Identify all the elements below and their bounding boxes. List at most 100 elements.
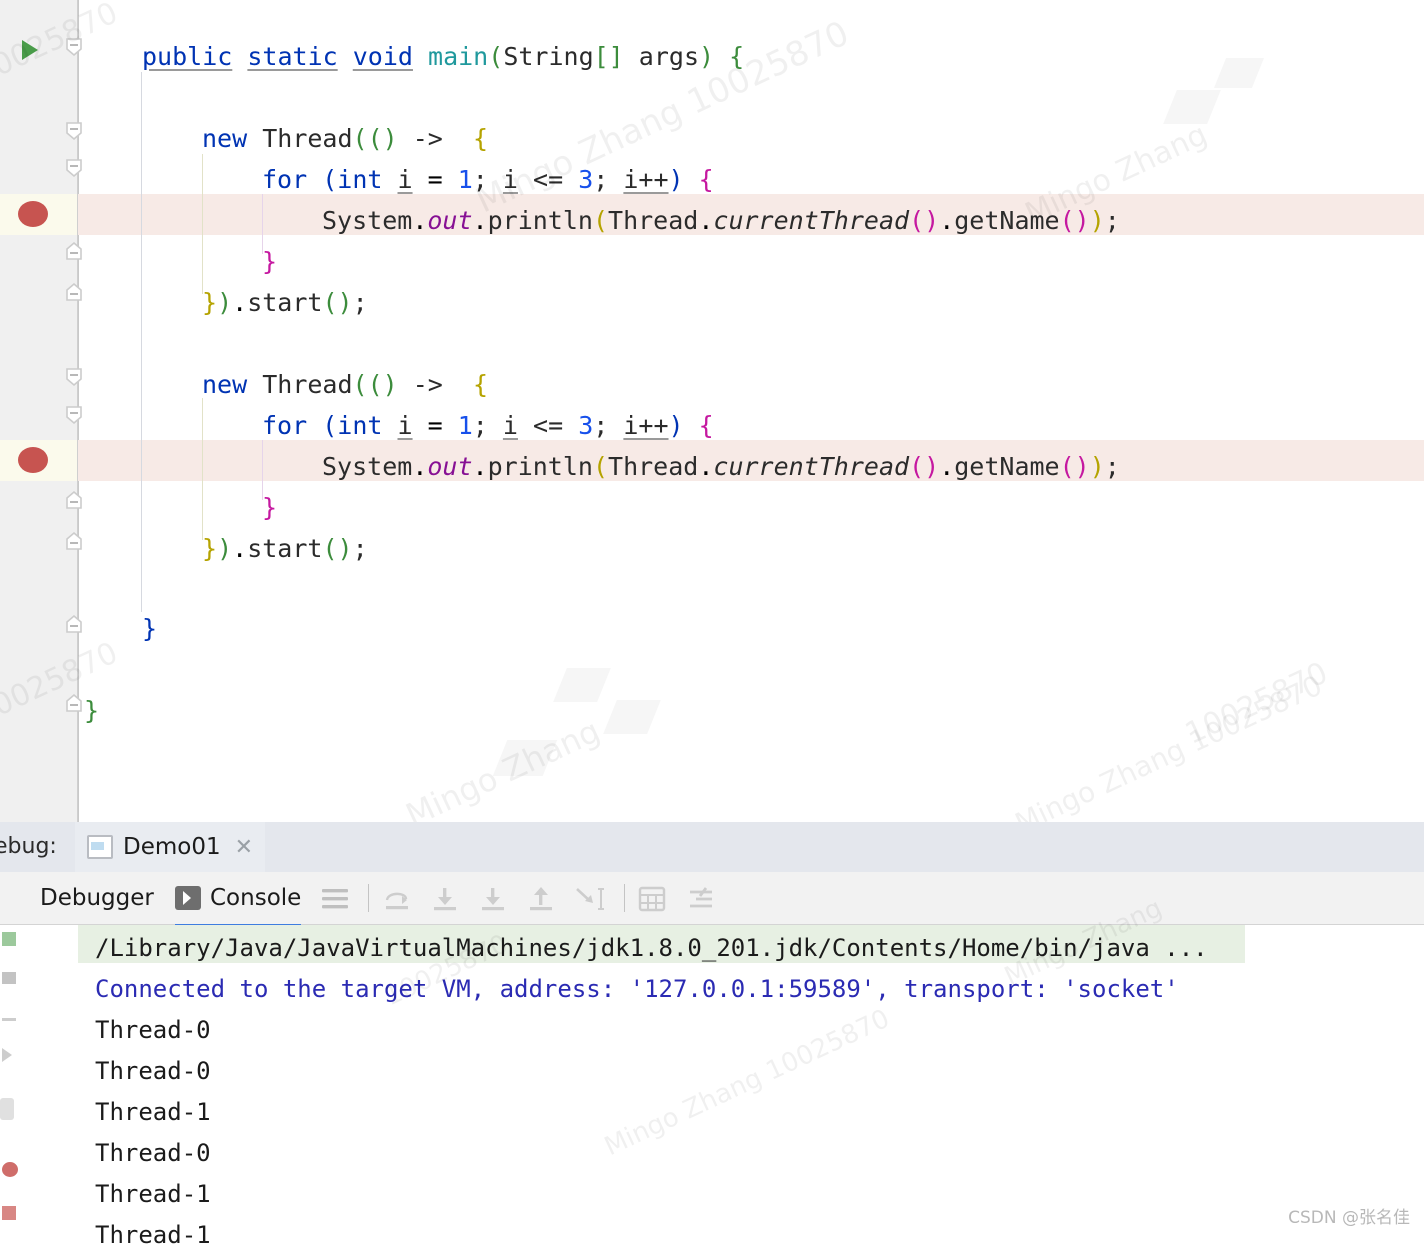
tok-semi: ; bbox=[352, 288, 368, 317]
tool-icon-fragment[interactable] bbox=[2, 1018, 16, 1021]
console-line-stdout: Thread-1 bbox=[95, 1180, 211, 1208]
watermark: Mingo Zhang 10025870 bbox=[600, 1003, 895, 1163]
step-out-icon[interactable] bbox=[526, 886, 556, 916]
tok-new: new bbox=[202, 124, 248, 153]
tok-paren-close: ) bbox=[1089, 452, 1105, 481]
tok-cmp: <= bbox=[517, 165, 579, 194]
tok-arrow: -> bbox=[397, 370, 458, 399]
tok-paren-close: ) bbox=[1074, 452, 1090, 481]
toolbar-separator bbox=[624, 884, 625, 912]
tok-i: i bbox=[502, 165, 518, 194]
tok-arrow: -> bbox=[397, 124, 458, 153]
code-line-15: } bbox=[84, 690, 99, 731]
tok-paren-close: ) bbox=[337, 288, 353, 317]
code-editor[interactable]: public static void main(String[] args) {… bbox=[0, 0, 1424, 822]
tok-lambda-open: (() bbox=[352, 124, 398, 153]
tok-paren-open: ( bbox=[909, 206, 925, 235]
code-line-11: System.out.println(Thread.currentThread(… bbox=[322, 452, 1120, 481]
csdn-watermark: CSDN @张名佳 bbox=[1288, 1208, 1410, 1228]
breakpoint-icon-fragment[interactable] bbox=[2, 1162, 18, 1177]
tok-System: System bbox=[322, 206, 413, 235]
tok-Thread: Thread bbox=[608, 206, 699, 235]
tok-i: i bbox=[397, 411, 413, 440]
settings-lines-icon[interactable] bbox=[686, 886, 716, 916]
resume-icon-fragment[interactable] bbox=[2, 1048, 12, 1062]
debug-session-tab-label: Demo01 bbox=[123, 834, 221, 860]
tab-console[interactable]: Console bbox=[175, 872, 302, 927]
tool-icon-fragment[interactable] bbox=[0, 1098, 14, 1120]
tok-brace-open: { bbox=[457, 124, 489, 153]
tok-paren-open: ( bbox=[322, 165, 338, 194]
tok-public: public bbox=[142, 42, 233, 71]
tok-paren-close: ) bbox=[668, 165, 684, 194]
tok-paren-open: ( bbox=[1059, 452, 1075, 481]
tok-paren-close: ) bbox=[1089, 206, 1105, 235]
tok-paren-open: ( bbox=[909, 452, 925, 481]
force-step-into-icon[interactable] bbox=[478, 886, 508, 916]
console-line-system: Connected to the target VM, address: '12… bbox=[95, 975, 1179, 1003]
tok-brace-open: { bbox=[683, 411, 714, 440]
tok-int: int bbox=[337, 411, 383, 440]
debug-titlebar: ebug: Demo01 ✕ bbox=[0, 822, 1424, 875]
console-output[interactable]: /Library/Java/JavaVirtualMachines/jdk1.8… bbox=[0, 893, 1424, 1249]
tok-brace-close: } bbox=[262, 247, 278, 276]
tok-brace-open: { bbox=[683, 165, 714, 194]
tok-3: 3 bbox=[578, 165, 594, 194]
tok-System: System bbox=[322, 452, 413, 481]
code-line-1: public static void main(String[] args) { bbox=[142, 36, 744, 77]
tok-currentThread: currentThread bbox=[713, 206, 910, 235]
console-line-stdout: Thread-0 bbox=[95, 1139, 211, 1167]
tok-for: for bbox=[262, 165, 308, 194]
layout-menu-icon[interactable] bbox=[320, 886, 350, 916]
tok-for: for bbox=[262, 411, 308, 440]
step-into-icon[interactable] bbox=[430, 886, 460, 916]
tok-paren-close: ) bbox=[217, 288, 233, 317]
code-text-area[interactable]: public static void main(String[] args) {… bbox=[0, 0, 1424, 822]
code-line-5: System.out.println(Thread.currentThread(… bbox=[322, 206, 1120, 235]
tok-start: start bbox=[247, 288, 323, 317]
code-line-4: for (int i = 1; i <= 3; i++) { bbox=[262, 165, 714, 194]
tok-println: println bbox=[487, 206, 593, 235]
tok-1: 1 bbox=[457, 411, 473, 440]
tok-paren-close: ) bbox=[668, 411, 684, 440]
console-line-stdout: Thread-1 bbox=[95, 1098, 211, 1126]
close-icon[interactable]: ✕ bbox=[235, 835, 253, 860]
debug-subtoolbar[interactable]: Debugger Console bbox=[0, 872, 1424, 927]
tok-semi: ; bbox=[352, 534, 368, 563]
tok-semi: ; bbox=[1104, 452, 1120, 481]
tok-brace-close: } bbox=[202, 534, 218, 563]
tok-out: out bbox=[427, 452, 473, 481]
tok-i: i bbox=[397, 165, 413, 194]
tok-void: void bbox=[352, 42, 413, 71]
toolbar-separator bbox=[368, 884, 369, 912]
tool-icon-fragment[interactable] bbox=[2, 972, 16, 984]
mute-breakpoints-icon-fragment[interactable] bbox=[2, 1206, 16, 1220]
code-line-7: }).start(); bbox=[202, 288, 368, 317]
step-over-icon[interactable] bbox=[382, 886, 412, 916]
tok-paren-open: ( bbox=[322, 534, 338, 563]
code-line-12: } bbox=[262, 487, 277, 528]
code-line-9: new Thread(() -> { bbox=[202, 364, 488, 405]
tok-int: int bbox=[337, 165, 383, 194]
tok-paren-open: ( bbox=[592, 206, 609, 235]
tok-paren-close: ) bbox=[1074, 206, 1090, 235]
tok-brace-close: } bbox=[262, 493, 278, 522]
tok-Thread: Thread bbox=[262, 370, 353, 399]
tok-inc: i++ bbox=[623, 411, 669, 440]
run-to-cursor-icon[interactable] bbox=[574, 886, 608, 916]
tok-new: new bbox=[202, 370, 248, 399]
code-line-6: } bbox=[262, 241, 277, 282]
tok-paren-open: ( bbox=[592, 452, 609, 481]
tok-static: static bbox=[247, 42, 338, 71]
evaluate-expression-icon[interactable] bbox=[638, 886, 666, 916]
run-icon-fragment[interactable] bbox=[2, 932, 16, 946]
code-line-13: }).start(); bbox=[202, 534, 368, 563]
tok-String: String bbox=[503, 42, 594, 71]
tok-lambda-open: (() bbox=[352, 370, 398, 399]
tab-debugger[interactable]: Debugger bbox=[40, 872, 154, 924]
debug-tool-window[interactable]: ebug: Demo01 ✕ Debugger Console /Library… bbox=[0, 822, 1424, 1249]
tok-paren-open: ( bbox=[322, 288, 338, 317]
tab-debugger-label: Debugger bbox=[40, 885, 154, 911]
debug-title-label: ebug: bbox=[0, 834, 57, 859]
debug-session-tab[interactable]: Demo01 ✕ bbox=[75, 822, 266, 875]
